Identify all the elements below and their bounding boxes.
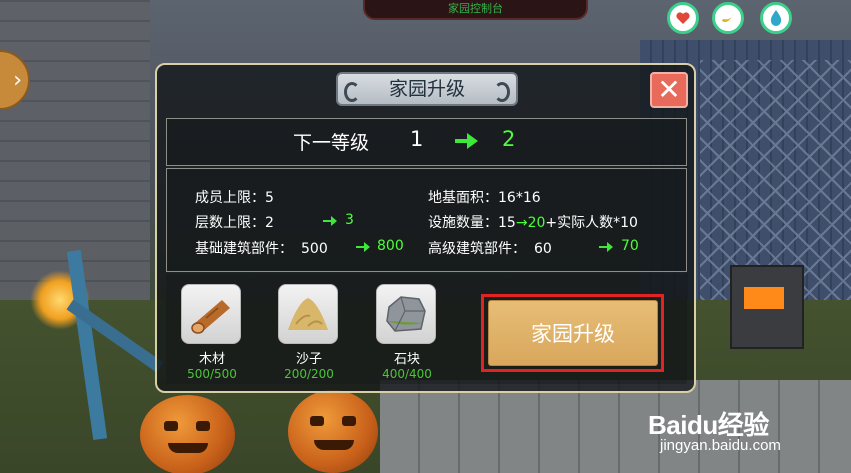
advanced-parts-next: 70 xyxy=(621,238,639,254)
close-button[interactable]: ✕ xyxy=(650,72,688,108)
pumpkin-eye xyxy=(164,421,178,431)
floors-value: 2 xyxy=(265,215,274,231)
floors-label: 层数上限： xyxy=(195,215,265,231)
scene-stove-fire xyxy=(744,287,784,309)
heart-icon[interactable] xyxy=(667,2,699,34)
item-count: 400/400 xyxy=(382,367,432,381)
pumpkin-eye xyxy=(310,416,324,426)
basic-parts-label: 基础建筑部件： xyxy=(195,241,293,257)
pumpkin-mouth xyxy=(168,443,208,453)
material-item-sand[interactable]: 沙子 200/200 xyxy=(278,284,340,381)
current-level-value: 1 xyxy=(410,127,424,151)
facilities-label: 设施数量： xyxy=(428,215,498,231)
material-item-wood[interactable]: 木材 500/500 xyxy=(181,284,243,381)
scene-stove xyxy=(730,265,804,349)
next-level-label: 下一等级 xyxy=(293,132,370,154)
basic-parts-stat: 基础建筑部件： 500 xyxy=(195,238,328,258)
close-icon: ✕ xyxy=(657,73,681,106)
basic-parts-next-value: 800 xyxy=(377,238,404,254)
sand-slot[interactable] xyxy=(278,284,338,344)
item-count: 500/500 xyxy=(187,367,237,381)
chevron-right-icon: › xyxy=(13,67,22,93)
arrow-right-icon xyxy=(599,242,613,252)
home-upgrade-button[interactable]: 家园升级 xyxy=(488,300,658,366)
home-console-title[interactable]: 家园控制台 xyxy=(363,0,588,20)
area-value: 16*16 xyxy=(498,190,541,206)
area-stat: 地基面积：16*16 xyxy=(428,187,541,207)
facilities-stat: 设施数量：15→20+实际人数*10 xyxy=(428,212,638,232)
advanced-parts-value: 60 xyxy=(534,241,552,257)
facilities-value: 15 xyxy=(498,215,516,231)
scene-pumpkin xyxy=(288,390,378,473)
item-count: 200/200 xyxy=(284,367,334,381)
advanced-parts-label: 高级建筑部件： xyxy=(428,241,526,257)
wood-slot[interactable] xyxy=(181,284,241,344)
stone-slot[interactable] xyxy=(376,284,436,344)
area-label: 地基面积： xyxy=(428,190,498,206)
material-item-stone[interactable]: 石块 400/400 xyxy=(376,284,438,381)
arrow-right-icon xyxy=(356,242,370,252)
members-value: 5 xyxy=(265,190,274,206)
stone-block-icon xyxy=(386,296,426,332)
members-label: 成员上限： xyxy=(195,190,265,206)
floors-next: 3 xyxy=(345,212,354,228)
floors-next-value: 3 xyxy=(345,212,354,228)
banana-icon[interactable] xyxy=(712,2,744,34)
next-level-panel xyxy=(166,118,687,166)
arrow-right-icon: → xyxy=(515,215,528,231)
basic-parts-next: 800 xyxy=(377,238,404,254)
wood-log-icon xyxy=(191,300,230,334)
dialog-title: 家园升级 xyxy=(336,72,518,106)
arrow-right-icon xyxy=(455,133,478,149)
advanced-parts-next-value: 70 xyxy=(621,238,639,254)
baidu-jingyan-watermark: Baidu经验 jingyan.baidu.com xyxy=(640,405,840,465)
pumpkin-eye xyxy=(342,416,356,426)
floors-stat: 层数上限：2 xyxy=(195,212,274,232)
pumpkin-eye xyxy=(196,421,210,431)
arrow-right-icon xyxy=(323,216,337,226)
next-level-value: 2 xyxy=(502,127,516,151)
members-stat: 成员上限：5 xyxy=(195,187,274,207)
facilities-next: 20 xyxy=(527,215,546,231)
advanced-parts-stat: 高级建筑部件： 60 xyxy=(428,238,552,258)
facilities-suffix: +实际人数*10 xyxy=(545,215,638,231)
scene-pumpkin xyxy=(140,395,235,473)
basic-parts-value: 500 xyxy=(301,241,328,257)
watermark-url: jingyan.baidu.com xyxy=(660,437,781,454)
sand-pile-icon xyxy=(288,298,328,330)
item-name: 石块 xyxy=(393,352,420,367)
item-name: 沙子 xyxy=(295,352,322,367)
item-name: 木材 xyxy=(198,352,225,367)
water-drop-icon[interactable] xyxy=(760,2,792,34)
pumpkin-mouth xyxy=(314,440,354,450)
